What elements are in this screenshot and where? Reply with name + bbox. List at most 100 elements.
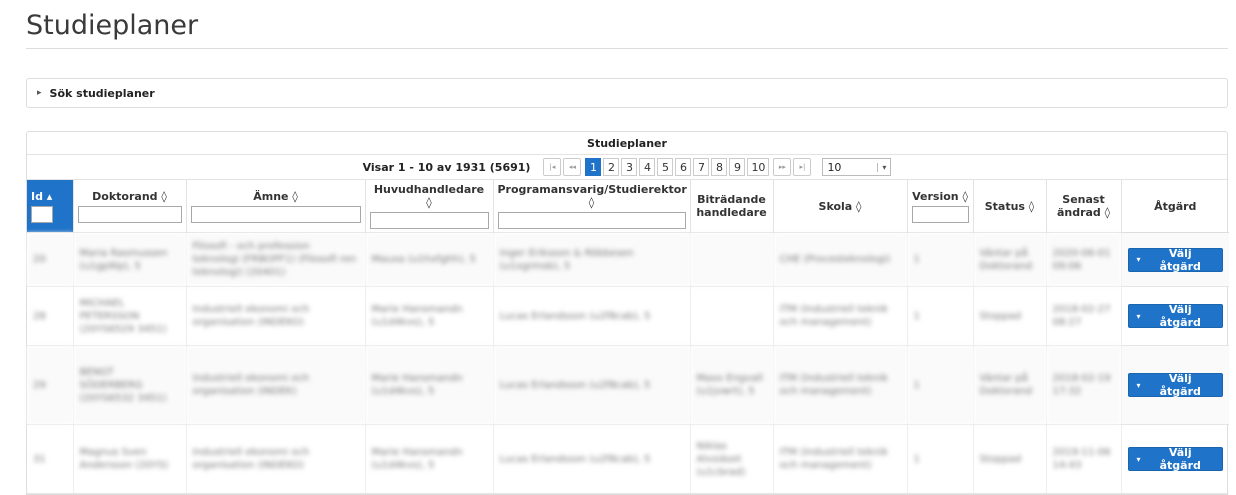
page-button-8[interactable]: 8 [711,158,728,176]
cell-amne: Filosofi - och profession teknologi (FRB… [186,232,366,287]
chevron-down-icon: ▾ [1136,255,1141,264]
filter-input-huvudhandledare[interactable] [369,212,489,229]
cell-atgard: ▾ Välj åtgärd [1121,345,1229,425]
cell-amne: Industriell ekonomi och organisation (IN… [186,286,366,346]
page-button-6[interactable]: 6 [675,158,692,176]
page-button-1[interactable]: 1 [585,158,602,176]
column-header-bitradande: Biträdande handledare [690,180,774,233]
cell-status: Väntar på Doktorand [973,232,1047,287]
page-button-10[interactable]: 10 [747,158,770,176]
page-button-3[interactable]: 3 [621,158,638,176]
cell-doktorand: MICHAEL PETERSSON (20YS6529 3451) [73,286,187,346]
table-row: 20 Maria Rasmussen (u1gp9lp), 5 Filosofi… [27,232,1229,287]
column-header-id[interactable]: Id ▴ [27,180,74,233]
header-row: Id ▴ Doktorand ◊ Ämne ◊ Huvudhandledare … [27,180,1229,233]
valj-atgard-button[interactable]: ▾ Välj åtgärd [1127,372,1223,398]
cell-version: 1 [907,232,974,287]
column-header-senast-andrad[interactable]: Senast ändrad ◊ [1046,180,1122,233]
table-caption: Studieplaner [27,132,1227,155]
cell-skola: CHE (Procesteknologi) [773,232,908,287]
column-header-doktorand[interactable]: Doktorand ◊ [73,180,187,233]
cell-huvudhandledare: Marie Hansmandn (u1d4kvs), 5 [365,424,494,494]
cell-senast-andrad: 2018-02-19 17:32 [1046,345,1122,425]
filter-input-id[interactable] [31,205,53,223]
search-panel-toggle[interactable]: ▸ Sök studieplaner [26,78,1228,108]
studieplaner-table: Studieplaner Visar 1 - 10 av 1931 (5691)… [26,131,1229,495]
cell-version: 1 [907,345,974,425]
cell-doktorand: BENGT SÖDERBERG (20YS6532 3451) [73,345,187,425]
column-header-amne[interactable]: Ämne ◊ [186,180,366,233]
cell-huvudhandledare: Mauxa (u1hxfghh), 5 [365,232,494,287]
cell-doktorand: Maria Rasmussen (u1gp9lp), 5 [73,232,187,287]
filter-input-amne[interactable] [190,205,361,223]
cell-version: 1 [907,286,974,346]
cell-programansvarig: Lucas Erlandsson (u2f8cab), 5 [493,286,691,346]
column-header-huvudhandledare[interactable]: Huvudhandledare ◊ [365,180,494,233]
cell-skola: ITM (Industriell teknik och management) [773,345,908,425]
next-page-button[interactable]: ▸▸ [773,158,792,176]
page-title: Studieplaner [26,10,199,41]
valj-atgard-button[interactable]: ▾ Välj åtgärd [1127,247,1223,273]
chevron-down-icon: ▾ [1136,311,1141,321]
rows-per-page-select[interactable]: 10 ▾ [822,158,892,176]
last-page-button[interactable]: ▸| [793,158,812,176]
cell-id: 31 [27,424,74,494]
cell-id: 20 [27,232,74,287]
chevron-right-icon: ▸ [37,88,42,98]
column-header-status[interactable]: Status ◊ [973,180,1047,233]
cell-skola: ITM (Industriell teknik och management) [773,286,908,346]
chevron-down-icon: ▾ [1136,380,1141,390]
cell-programansvarig: Lucas Erlandsson (u2f8cab), 5 [493,424,691,494]
table-row: 29 BENGT SÖDERBERG (20YS6532 3451) Indus… [27,345,1229,425]
page-button-9[interactable]: 9 [729,158,746,176]
prev-page-button[interactable]: ◂◂ [563,158,582,176]
cell-amne: Industriell ekonomi och organisation (IN… [186,424,366,494]
filter-input-programansvarig[interactable] [497,212,686,229]
column-header-programansvarig[interactable]: Programansvarig/Studierektor ◊ [493,180,691,233]
cell-atgard: ▾ Välj åtgärd [1121,232,1229,287]
cell-bitradande: Niklas Alvsiäset (u1cbrad) [690,424,774,494]
cell-huvudhandledare: Marie Hansmandn (u1d4kvs), 5 [365,345,494,425]
column-header-atgard: Åtgärd [1121,180,1229,233]
cell-status: Stoppad [973,286,1047,346]
table-row: 28 MICHAEL PETERSSON (20YS6529 3451) Ind… [27,286,1229,346]
page: Studieplaner ▸ Sök studieplaner Studiepl… [0,0,1236,495]
cell-status: Stoppad [973,424,1047,494]
paginator: Visar 1 - 10 av 1931 (5691) |◂ ◂◂ 1 2 3 … [27,155,1227,180]
paginator-info: Visar 1 - 10 av 1931 (5691) [362,160,531,174]
page-button-5[interactable]: 5 [657,158,674,176]
cell-atgard: ▾ Välj åtgärd [1121,424,1229,494]
table-row: 31 Magnus Sven Andersson (20YS) Industri… [27,424,1229,494]
cell-programansvarig: Lucas Erlandsson (u2f8cab), 5 [493,345,691,425]
page-button-7[interactable]: 7 [693,158,710,176]
data-table: Id ▴ Doktorand ◊ Ämne ◊ Huvudhandledare … [27,180,1229,494]
page-button-4[interactable]: 4 [639,158,656,176]
cell-senast-andrad: 2018-02-27 08:27 [1046,286,1122,346]
cell-bitradande [690,232,774,287]
cell-senast-andrad: 2020-06-01 09:06 [1046,232,1122,287]
cell-id: 28 [27,286,74,346]
cell-bitradande [690,286,774,346]
cell-bitradande: Maxx Engvall (u1jvwrt), 5 [690,345,774,425]
cell-programansvarig: Inger Eriksson & Röbbesen (u1xgrmsb), 5 [493,232,691,287]
page-button-2[interactable]: 2 [603,158,620,176]
filter-input-version[interactable] [911,205,969,223]
cell-id: 29 [27,345,74,425]
cell-senast-andrad: 2019-11-06 14:43 [1046,424,1122,494]
valj-atgard-button[interactable]: ▾ Välj åtgärd [1127,303,1223,329]
cell-huvudhandledare: Marie Hansmandn (u1d4kvs), 5 [365,286,494,346]
title-divider [26,48,1228,49]
column-header-version[interactable]: Version ◊ [907,180,974,233]
chevron-down-icon: ▾ [877,162,890,172]
column-header-skola[interactable]: Skola ◊ [773,180,908,233]
chevron-down-icon: ▾ [1136,454,1141,464]
rows-per-page-value: 10 [827,160,842,174]
cell-skola: ITM (Industriell teknik och management) [773,424,908,494]
valj-atgard-button[interactable]: ▾ Välj åtgärd [1127,446,1223,472]
filter-input-doktorand[interactable] [77,205,182,223]
cell-version: 1 [907,424,974,494]
cell-atgard: ▾ Välj åtgärd [1121,286,1229,346]
first-page-button[interactable]: |◂ [543,158,562,176]
cell-status: Väntar på Doktorand [973,345,1047,425]
search-panel-label: Sök studieplaner [49,86,155,100]
